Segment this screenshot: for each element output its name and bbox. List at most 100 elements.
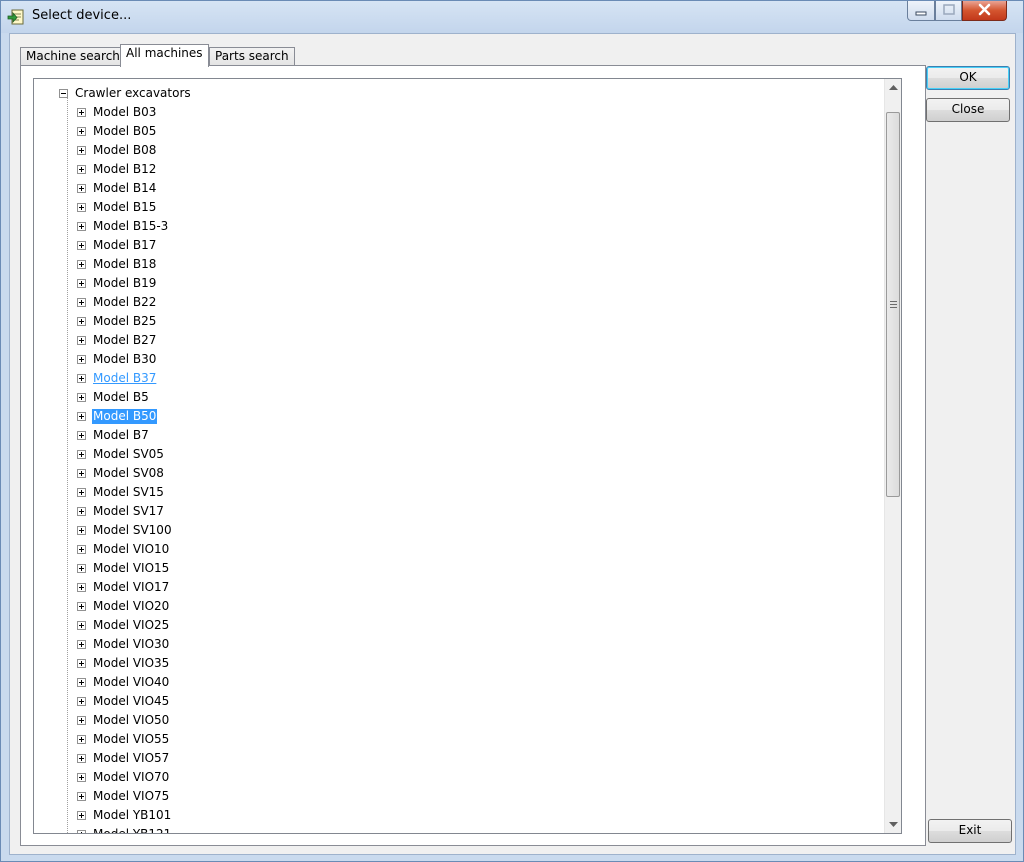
tree-item-label: Model B14 [93,181,157,195]
expand-icon[interactable] [77,374,86,383]
tab-panel-all-machines: Crawler excavators Model B03 Model B05 Mod… [20,65,926,846]
tree-vertical-scrollbar[interactable] [884,79,901,833]
tree-item-label: Model B18 [93,257,157,271]
tree-item-label: Model B5 [93,390,149,404]
expand-icon[interactable] [77,412,86,421]
expand-icon[interactable] [77,260,86,269]
expand-icon[interactable] [77,773,86,782]
tree-item-label: Model SV100 [93,523,172,537]
tree-item-label: Model B15-3 [93,219,169,233]
tree-item-label: Model VIO45 [93,694,170,708]
expand-icon[interactable] [77,279,86,288]
app-icon [7,9,24,25]
tree-item-label: Model B7 [93,428,149,442]
tree-item-label: Model B50 [92,409,158,424]
collapse-icon[interactable] [59,89,68,98]
tree-item-label: Model B08 [93,143,157,157]
expand-icon[interactable] [77,621,86,630]
tree-item-label: Model YB101 [93,808,172,822]
expand-icon[interactable] [77,222,86,231]
expand-icon[interactable] [77,355,86,364]
tree-item-label: Model VIO20 [93,599,170,613]
scroll-thumb[interactable] [886,112,900,497]
expand-icon[interactable] [77,469,86,478]
close-button[interactable]: Close [926,98,1010,122]
close-window-button[interactable] [962,1,1007,21]
tree-item-label: Model VIO25 [93,618,170,632]
title-bar[interactable]: Select device... [1,1,1023,33]
tab-parts-search[interactable]: Parts search [209,47,295,66]
expand-icon[interactable] [77,602,86,611]
dialog-client-area: Machine search All machines Parts search… [9,33,1016,855]
scroll-up-icon [889,85,898,90]
expand-icon[interactable] [77,203,86,212]
expand-icon[interactable] [77,545,86,554]
expand-icon[interactable] [77,298,86,307]
expand-icon[interactable] [77,146,86,155]
tree-item-label: Model B27 [93,333,157,347]
expand-icon[interactable] [77,678,86,687]
maximize-button[interactable] [935,1,962,21]
expand-icon[interactable] [77,830,86,833]
expand-icon[interactable] [77,640,86,649]
tree-item-label: Model B15 [93,200,157,214]
tree-item-label: Model B37 [93,371,157,385]
expand-icon[interactable] [77,431,86,440]
minimize-icon [915,11,927,16]
dialog-window: Select device... Machine search All mach… [0,0,1024,862]
minimize-button[interactable] [907,1,935,21]
scroll-up-button[interactable] [885,79,901,96]
expand-icon[interactable] [77,336,86,345]
tree-item-label: Model VIO40 [93,675,170,689]
tree-item-label: Model SV17 [93,504,164,518]
tree-item-label: Model VIO15 [93,561,170,575]
expand-icon[interactable] [77,716,86,725]
expand-icon[interactable] [77,659,86,668]
tree-root-label: Crawler excavators [75,86,191,100]
expand-icon[interactable] [77,811,86,820]
tree-item-label: Model SV05 [93,447,164,461]
exit-button[interactable]: Exit [928,819,1012,843]
expand-icon[interactable] [77,184,86,193]
expand-icon[interactable] [77,488,86,497]
expand-icon[interactable] [77,108,86,117]
scroll-down-button[interactable] [885,816,901,833]
tree-item-label: Model B22 [93,295,157,309]
tree-guide-line [67,97,68,833]
expand-icon[interactable] [77,526,86,535]
tree-item-label: Model VIO17 [93,580,170,594]
tree-item-label: Model YB121 [93,827,172,834]
tree-item-label: Model VIO70 [93,770,170,784]
expand-icon[interactable] [77,507,86,516]
tree-item-label: Model VIO35 [93,656,170,670]
maximize-icon [943,4,955,15]
machine-tree[interactable]: Crawler excavators Model B03 Model B05 Mod… [33,78,902,834]
expand-icon[interactable] [77,697,86,706]
expand-icon[interactable] [77,735,86,744]
ok-button[interactable]: OK [926,66,1010,90]
expand-icon[interactable] [77,317,86,326]
tree-item-label: Model VIO30 [93,637,170,651]
tree-item-label: Model B17 [93,238,157,252]
expand-icon[interactable] [77,127,86,136]
expand-icon[interactable] [77,393,86,402]
tree-item-label: Model VIO75 [93,789,170,803]
window-title: Select device... [32,8,132,23]
expand-icon[interactable] [77,564,86,573]
expand-icon[interactable] [77,754,86,763]
scroll-grip-icon [890,301,897,308]
tree-item-label: Model VIO55 [93,732,170,746]
tree-item-label: Model VIO57 [93,751,170,765]
tree-item-label: Model VIO10 [93,542,170,556]
tree-item-label: Model VIO50 [93,713,170,727]
expand-icon[interactable] [77,792,86,801]
expand-icon[interactable] [77,450,86,459]
tab-all-machines[interactable]: All machines [120,44,209,67]
tab-machine-search[interactable]: Machine search [20,47,126,66]
expand-icon[interactable] [77,165,86,174]
tree-item-label: Model B30 [93,352,157,366]
tree-item-label: Model B25 [93,314,157,328]
expand-icon[interactable] [77,583,86,592]
tree-item-label: Model SV08 [93,466,164,480]
expand-icon[interactable] [77,241,86,250]
